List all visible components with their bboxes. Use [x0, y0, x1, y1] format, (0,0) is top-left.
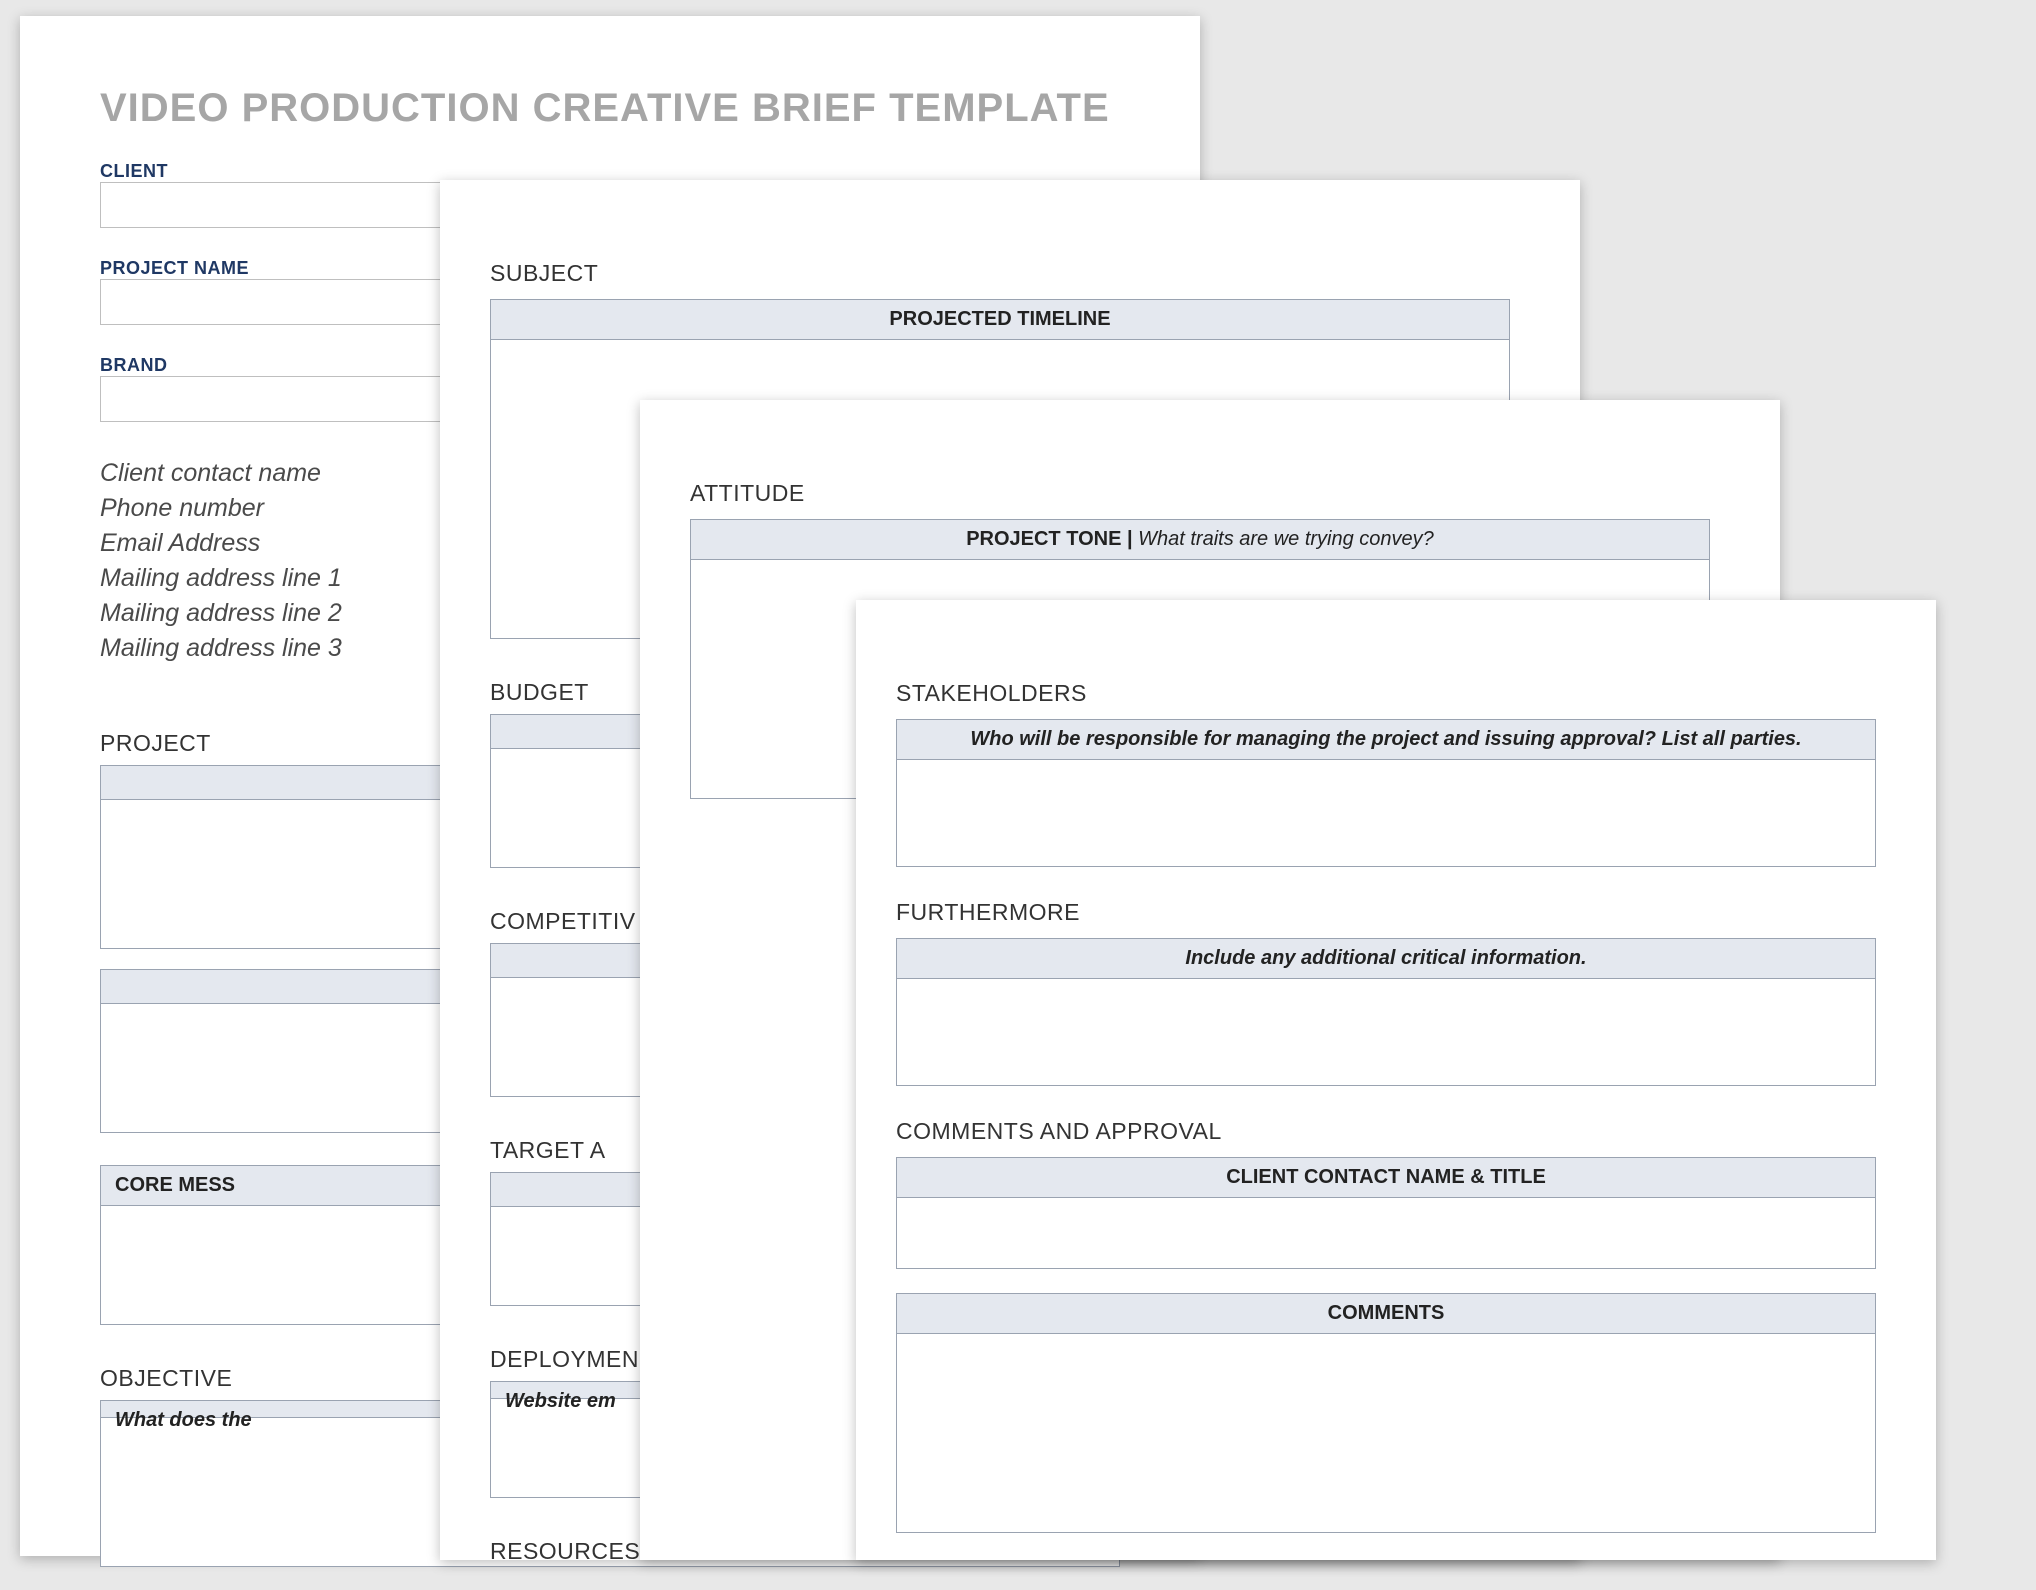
furthermore-band: Include any additional critical informat… [896, 938, 1876, 978]
furthermore-box[interactable] [896, 978, 1876, 1086]
project-tone-band: PROJECT TONE | What traits are we trying… [690, 519, 1710, 559]
stakeholders-box[interactable] [896, 759, 1876, 867]
comments-section-label: COMMENTS AND APPROVAL [896, 1118, 1876, 1145]
stakeholders-band: Who will be responsible for managing the… [896, 719, 1876, 759]
furthermore-section-label: FURTHERMORE [896, 899, 1876, 926]
comments-box[interactable] [896, 1333, 1876, 1533]
attitude-section-label: ATTITUDE [690, 480, 1710, 507]
stakeholders-section-label: STAKEHOLDERS [896, 680, 1876, 707]
client-label: CLIENT [100, 161, 1120, 182]
comments-band: COMMENTS [896, 1293, 1876, 1333]
brief-page-4: STAKEHOLDERS Who will be responsible for… [856, 600, 1936, 1560]
document-title: VIDEO PRODUCTION CREATIVE BRIEF TEMPLATE [100, 86, 1120, 131]
client-contact-box[interactable] [896, 1197, 1876, 1269]
projected-timeline-band: PROJECTED TIMELINE [490, 299, 1510, 339]
client-contact-band: CLIENT CONTACT NAME & TITLE [896, 1157, 1876, 1197]
subject-section-label: SUBJECT [490, 260, 1510, 287]
